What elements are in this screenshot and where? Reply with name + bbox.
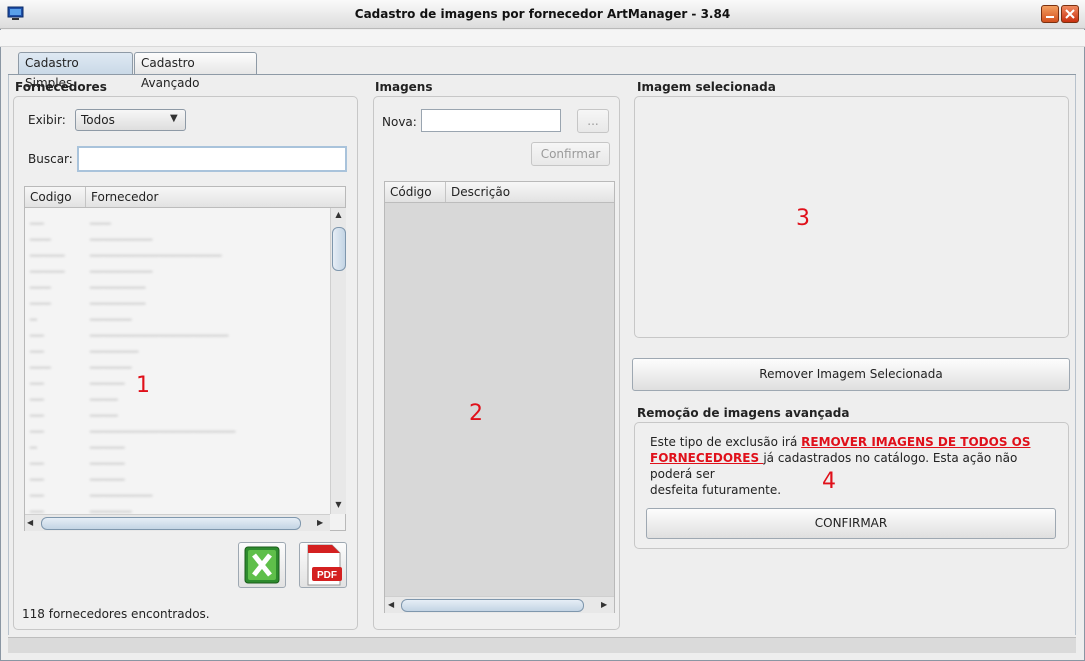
warning-text-highlight-1: REMOVER IMAGENS DE TODOS OS [801, 435, 1031, 449]
chevron-down-icon: ▼ [170, 113, 178, 124]
app-icon [7, 6, 24, 21]
tab-cadastro-simples[interactable]: Cadastro Simples [18, 52, 133, 90]
scroll-up-icon[interactable]: ▲ [331, 210, 346, 219]
nova-label: Nova: [382, 115, 417, 129]
close-icon [1065, 9, 1075, 19]
browse-button[interactable]: ... [577, 109, 609, 133]
imagem-selecionada-title: Imagem selecionada [637, 80, 776, 94]
horizontal-scrollbar[interactable]: ◀ ▶ [25, 514, 330, 531]
imagens-table: Código Descrição ◀ ▶ [384, 181, 615, 613]
export-pdf-button[interactable]: PDF [299, 542, 347, 588]
scroll-right-icon[interactable]: ▶ [317, 518, 323, 527]
nova-input[interactable] [421, 109, 561, 132]
imagens-horizontal-scrollbar[interactable]: ◀ ▶ [385, 596, 614, 613]
scroll-right-icon[interactable]: ▶ [601, 600, 607, 609]
marker-3: 3 [796, 206, 810, 231]
column-header-codigo[interactable]: Codigo [25, 187, 86, 207]
warning-text-pre: Este tipo de exclusão irá [650, 435, 802, 449]
imagens-horizontal-scroll-thumb[interactable] [401, 599, 584, 612]
minimize-button[interactable] [1041, 5, 1059, 23]
column-header-codigo-img[interactable]: Código [385, 182, 446, 202]
tab-cadastro-avancado[interactable]: Cadastro Avançado [134, 52, 257, 90]
scroll-left-icon[interactable]: ◀ [388, 600, 394, 609]
horizontal-scroll-thumb[interactable] [41, 517, 301, 530]
exibir-select-value: Todos [81, 113, 115, 127]
fornecedores-count: 118 fornecedores encontrados. [22, 607, 210, 621]
confirmar-remocao-button[interactable]: CONFIRMAR [646, 508, 1056, 539]
imagens-title: Imagens [375, 80, 433, 94]
warning-text-post-2: desfeita futuramente. [650, 483, 782, 497]
remocao-title: Remoção de imagens avançada [637, 406, 850, 420]
blurred-codes: ▁▁ ▁▁▁ ▁▁▁▁▁ ▁▁▁▁▁ ▁▁▁ ▁▁▁ ▁ ▁▁ ▁▁ ▁▁▁ ▁▁ ▁▁ ▁▁ ▁▁ ▁ ▁▁… [30, 215, 65, 513]
minimize-icon [1046, 16, 1054, 18]
export-excel-button[interactable] [238, 542, 286, 588]
excel-icon [244, 546, 280, 584]
column-header-descricao[interactable]: Descrição [446, 182, 611, 202]
status-bar [8, 637, 1076, 653]
buscar-input[interactable] [77, 146, 347, 172]
confirmar-nova-button[interactable]: Confirmar [531, 142, 610, 166]
pdf-icon: PDF [307, 544, 342, 586]
blurred-names: ▁▁▁ ▁▁▁▁▁▁▁▁▁ ▁▁▁▁▁▁▁▁▁▁▁▁▁▁▁▁▁▁▁ ▁▁▁▁▁▁▁▁▁… [90, 215, 236, 513]
marker-2: 2 [469, 401, 483, 426]
vertical-scrollbar[interactable]: ▲ ▼ [330, 208, 346, 514]
column-header-fornecedor[interactable]: Fornecedor [86, 187, 321, 207]
imagem-preview [634, 96, 1069, 338]
warning-text-highlight-2: FORNECEDORES [650, 451, 764, 465]
table-body: ▁▁ ▁▁▁ ▁▁▁▁▁ ▁▁▁▁▁ ▁▁▁ ▁▁▁ ▁ ▁▁ ▁▁ ▁▁▁ ▁▁ ▁▁ ▁▁ ▁▁ ▁ ▁▁… [25, 208, 330, 514]
buscar-label: Buscar: [28, 152, 73, 166]
remocao-warning-text: Este tipo de exclusão irá REMOVER IMAGEN… [650, 434, 1060, 498]
window-title: Cadastro de imagens por fornecedor ArtMa… [354, 7, 731, 21]
pdf-icon-label: PDF [317, 570, 337, 581]
scroll-down-icon[interactable]: ▼ [331, 500, 346, 509]
close-button[interactable] [1061, 5, 1079, 23]
marker-1: 1 [136, 373, 150, 398]
remover-imagem-button[interactable]: Remover Imagem Selecionada [632, 358, 1070, 391]
vertical-scroll-thumb[interactable] [332, 227, 346, 271]
exibir-label: Exibir: [28, 113, 66, 127]
fornecedores-title: Fornecedores [15, 80, 107, 94]
fornecedores-table: Codigo Fornecedor ▁▁ ▁▁▁ ▁▁▁▁▁ ▁▁▁▁▁ ▁▁▁ ▁▁▁ ▁… [24, 186, 346, 531]
scroll-left-icon[interactable]: ◀ [27, 518, 33, 527]
table-header: Codigo Fornecedor [25, 187, 345, 208]
menu-strip [0, 30, 1085, 47]
imagens-table-header: Código Descrição [385, 182, 614, 203]
exibir-select[interactable]: Todos ▼ [75, 109, 186, 131]
marker-4: 4 [822, 469, 836, 494]
